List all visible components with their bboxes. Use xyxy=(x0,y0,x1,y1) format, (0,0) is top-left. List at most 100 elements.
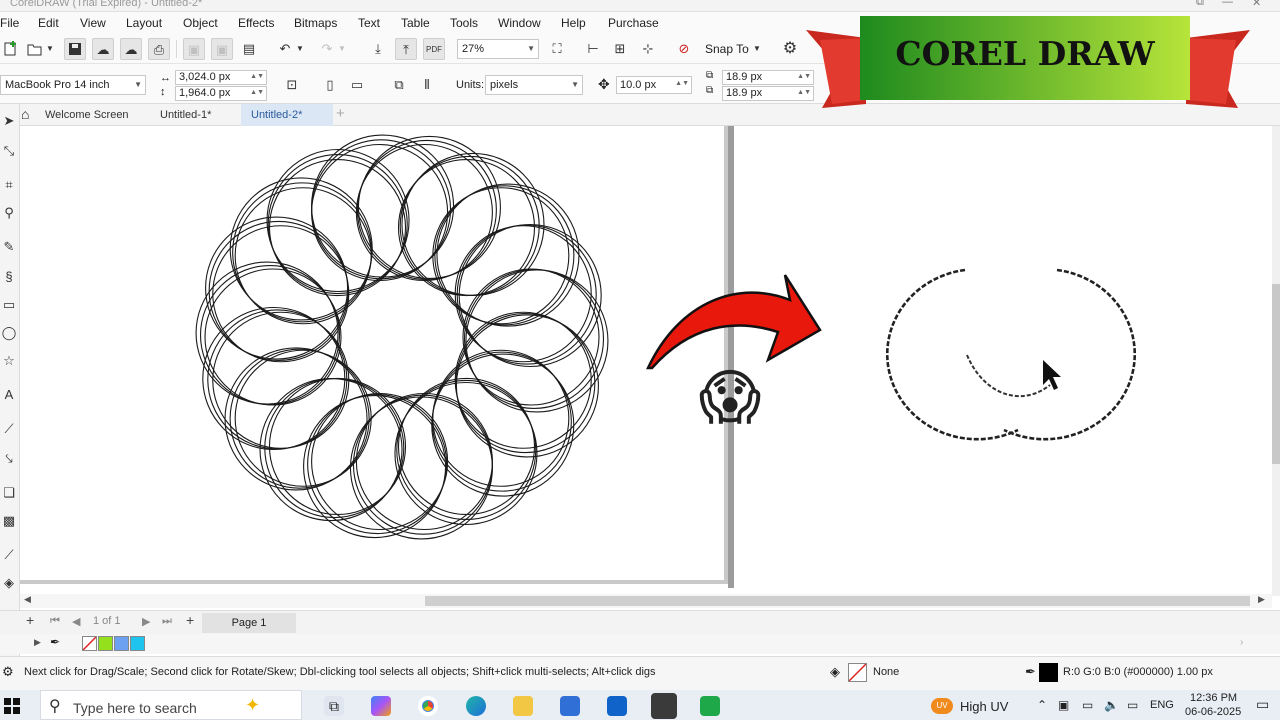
fill-swatch[interactable] xyxy=(848,663,867,682)
open-dropdown-icon[interactable]: ▼ xyxy=(44,38,56,60)
spinner-icon[interactable]: ▲▼ xyxy=(675,76,689,92)
cloud-save-icon[interactable]: ☁ xyxy=(120,38,142,60)
crop-tool-icon[interactable]: ⌗ xyxy=(0,176,18,194)
spirograph-circle[interactable] xyxy=(311,143,449,282)
right-arc[interactable] xyxy=(1003,268,1136,441)
menu-window[interactable]: Window xyxy=(498,16,541,30)
palette-scroll-right-icon[interactable]: › xyxy=(1240,637,1243,648)
drop-shadow-icon[interactable]: ❏ xyxy=(0,484,18,502)
menu-text[interactable]: Text xyxy=(358,16,380,30)
store-icon[interactable] xyxy=(560,696,580,716)
cut-icon[interactable]: ▣ xyxy=(183,38,205,60)
spirograph-circle[interactable] xyxy=(229,177,373,321)
palette-eyedropper-icon[interactable]: ✒ xyxy=(50,635,60,649)
file-explorer-icon[interactable] xyxy=(513,696,533,716)
clock-time[interactable]: 12:36 PM xyxy=(1190,692,1237,704)
swatch-green[interactable] xyxy=(98,636,113,651)
drawing-page[interactable] xyxy=(20,126,728,584)
eyedropper-tool-icon[interactable]: ⟋ xyxy=(0,546,18,564)
redo-dropdown-icon[interactable]: ▼ xyxy=(336,38,348,60)
guidelines-icon[interactable]: ⊹ xyxy=(637,38,659,60)
add-page-after-icon[interactable]: + xyxy=(186,612,194,628)
portrait-icon[interactable]: ▯ xyxy=(319,74,341,96)
next-page-icon[interactable]: ▶ xyxy=(142,615,150,628)
undo-dropdown-icon[interactable]: ▼ xyxy=(294,38,306,60)
snap-dropdown-icon[interactable]: ▼ xyxy=(750,38,764,60)
swatch-blue[interactable] xyxy=(114,636,129,651)
parallel-dimension-icon[interactable]: ⟋ xyxy=(0,420,18,438)
app-green-icon[interactable] xyxy=(700,696,720,716)
spirograph-drawing[interactable] xyxy=(20,126,728,584)
pick-tool-icon[interactable]: ➤ xyxy=(0,112,18,130)
tab-welcome-screen[interactable]: Welcome Screen xyxy=(35,104,139,126)
minimize-icon[interactable]: — xyxy=(1222,0,1233,8)
cloud-open-icon[interactable]: ☁ xyxy=(92,38,114,60)
windows-start-icon[interactable] xyxy=(4,698,20,714)
menu-object[interactable]: Object xyxy=(183,16,218,30)
zoom-tool-icon[interactable]: ⚲ xyxy=(0,204,18,222)
duplicate-x-field[interactable]: 18.9 px ▲▼ xyxy=(722,70,814,85)
scroll-right-icon[interactable]: ▶ xyxy=(1258,594,1265,605)
horizontal-scrollbar[interactable]: ◀ ▶ xyxy=(20,594,1272,608)
page-1-tab[interactable]: Page 1 xyxy=(202,613,296,633)
page-size-select[interactable]: MacBook Pro 14 inch ▼ xyxy=(0,75,146,95)
artistic-media-icon[interactable]: § xyxy=(0,268,18,286)
landscape-icon[interactable]: ▭ xyxy=(346,74,368,96)
units-select[interactable]: pixels ▼ xyxy=(485,75,583,95)
tab-untitled-1[interactable]: Untitled-1* xyxy=(150,104,221,126)
spinner-icon[interactable]: ▲▼ xyxy=(250,70,264,83)
current-page-icon[interactable]: ⧉ xyxy=(388,74,410,96)
open-icon[interactable] xyxy=(24,38,46,60)
battery-icon[interactable]: ▭ xyxy=(1127,698,1138,712)
redo-icon[interactable]: ↷ xyxy=(316,38,338,60)
gear-icon[interactable]: ⚙ xyxy=(779,38,801,60)
menu-effects[interactable]: Effects xyxy=(238,16,274,30)
grid-icon[interactable]: ⊞ xyxy=(609,38,631,60)
weather-text[interactable]: High UV xyxy=(960,699,1008,714)
shape-tool-icon[interactable]: ⤡ xyxy=(0,142,18,160)
vertical-scrollbar[interactable] xyxy=(1272,126,1280,596)
all-pages-icon[interactable]: ⊡ xyxy=(281,74,303,96)
import-icon[interactable]: ⤓ xyxy=(367,38,389,60)
save-icon[interactable] xyxy=(64,38,86,60)
spinner-icon[interactable]: ▲▼ xyxy=(250,86,264,99)
swatch-none[interactable] xyxy=(82,636,97,651)
outlook-icon[interactable] xyxy=(607,696,627,716)
snap-to-button[interactable]: Snap To xyxy=(705,42,749,56)
freehand-tool-icon[interactable]: ✎ xyxy=(0,238,18,256)
volume-icon[interactable]: 🔈 xyxy=(1104,698,1119,712)
menu-view[interactable]: View xyxy=(80,16,106,30)
outline-swatch[interactable] xyxy=(1039,663,1058,682)
spirograph-circle[interactable] xyxy=(355,143,493,282)
page-height-field[interactable]: 1,964.0 px ▲▼ xyxy=(175,86,267,101)
print-icon[interactable]: ⎙ xyxy=(148,38,170,60)
status-gear-icon[interactable]: ⚙ xyxy=(2,664,14,680)
language-indicator[interactable]: ENG xyxy=(1150,699,1174,711)
full-screen-icon[interactable]: ⛶ xyxy=(546,38,568,60)
tray-apps-icon[interactable]: ▣ xyxy=(1058,698,1069,712)
prev-page-icon[interactable]: ◀ xyxy=(72,615,80,628)
first-page-icon[interactable]: ⏮ xyxy=(50,615,60,628)
snap-off-icon[interactable]: ⊘ xyxy=(673,38,695,60)
menu-purchase[interactable]: Purchase xyxy=(608,16,659,30)
spirograph-circle[interactable] xyxy=(357,135,501,280)
menu-tools[interactable]: Tools xyxy=(450,16,478,30)
edge-icon[interactable] xyxy=(466,696,486,716)
tray-chevron-icon[interactable]: ⌃ xyxy=(1037,698,1047,712)
menu-edit[interactable]: Edit xyxy=(38,16,59,30)
restore-icon[interactable]: ⧉ xyxy=(1196,0,1204,9)
last-page-icon[interactable]: ⏭ xyxy=(162,615,172,628)
copy-icon[interactable]: ▣ xyxy=(211,38,233,60)
home-icon[interactable]: ⌂ xyxy=(21,106,29,122)
left-arc[interactable] xyxy=(886,268,1019,441)
clock-date[interactable]: 06-06-2025 xyxy=(1185,706,1241,718)
spirograph-circle[interactable] xyxy=(431,353,575,497)
palette-expand-icon[interactable]: ▶ xyxy=(34,637,41,648)
swatch-cyan[interactable] xyxy=(130,636,145,651)
transparency-tool-icon[interactable]: ▩ xyxy=(0,512,18,530)
bleed-icon[interactable]: ⫴ xyxy=(416,74,438,96)
rulers-icon[interactable]: ⊢ xyxy=(582,38,604,60)
coreldraw-icon[interactable] xyxy=(651,693,677,719)
horizontal-scroll-thumb[interactable] xyxy=(425,596,1250,606)
notifications-icon[interactable]: ▭ xyxy=(1256,696,1269,713)
